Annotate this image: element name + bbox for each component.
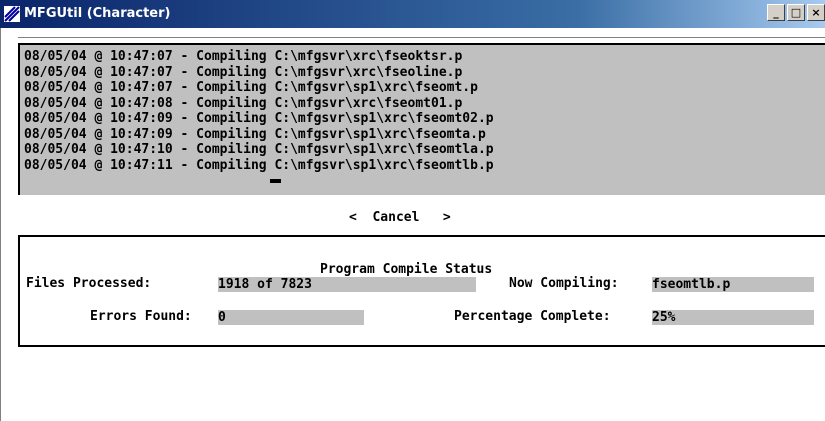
log-line: 08/05/04 @ 10:47:07 - Compiling C:\mfgsv… [24, 64, 463, 80]
percentage-label: Percentage Complete: [454, 309, 611, 324]
log-line: 08/05/04 @ 10:47:08 - Compiling C:\mfgsv… [24, 95, 463, 111]
errors-found-label: Errors Found: [90, 309, 192, 324]
log-line: 08/05/04 @ 10:47:10 - Compiling C:\mfgsv… [24, 142, 494, 157]
log-line: 08/05/04 @ 10:47:09 - Compiling C:\mfgsv… [24, 111, 494, 126]
text-cursor [270, 179, 281, 183]
compile-log-panel[interactable]: 08/05/04 @ 10:47:07 - Compiling C:\mfgsv… [18, 43, 825, 195]
errors-found-field: 0 [218, 310, 364, 325]
window-title: MFGUtil (Character) [24, 6, 171, 21]
cancel-button[interactable]: < Cancel > [349, 210, 451, 225]
window-content: 08/05/04 @ 10:47:07 - Compiling C:\mfgsv… [0, 28, 825, 421]
maximize-button[interactable]: □ [787, 4, 805, 21]
log-line: 08/05/04 @ 10:47:07 - Compiling C:\mfgsv… [24, 80, 478, 95]
divider [18, 37, 825, 38]
now-compiling-label: Now Compiling: [509, 276, 619, 291]
compile-status-panel: Program Compile Status Files Processed: … [18, 235, 825, 347]
window-controls: _ □ × [767, 4, 825, 21]
log-line: 08/05/04 @ 10:47:09 - Compiling C:\mfgsv… [24, 126, 486, 142]
now-compiling-field: fseomtlb.p [652, 277, 814, 292]
percentage-field: 25% [652, 310, 814, 325]
app-icon [4, 6, 20, 22]
log-line: 08/05/04 @ 10:47:11 - Compiling C:\mfgsv… [24, 157, 494, 173]
status-heading: Program Compile Status [320, 262, 493, 277]
compile-log: 08/05/04 @ 10:47:07 - Compiling C:\mfgsv… [24, 49, 494, 173]
files-processed-field: 1918 of 7823 [218, 277, 476, 292]
minimize-button[interactable]: _ [767, 4, 785, 21]
files-processed-label: Files Processed: [26, 276, 152, 291]
title-bar[interactable]: MFGUtil (Character) _ □ × [0, 0, 825, 28]
log-line: 08/05/04 @ 10:47:07 - Compiling C:\mfgsv… [24, 49, 463, 64]
close-button[interactable]: × [807, 4, 825, 21]
